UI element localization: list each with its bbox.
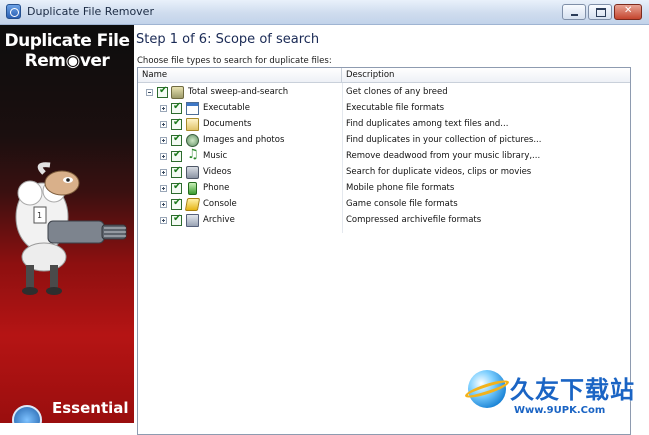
side-banner: Duplicate File Rem◉ver 1 Essential (0, 25, 134, 423)
checkbox-music[interactable] (171, 149, 182, 162)
instruction-label: Choose file types to search for duplicat… (137, 56, 332, 66)
checkbox-root[interactable] (157, 85, 168, 98)
watermark-url: Www.9UPK.Com (514, 405, 606, 416)
images-icon (186, 134, 199, 147)
tree-description: Mobile phone file formats (346, 183, 455, 193)
videos-icon (186, 166, 199, 179)
sheep-mascot-icon: 1 (15, 162, 127, 295)
tree-label: Music (203, 151, 228, 161)
expand-icon[interactable] (160, 201, 167, 208)
tree-label: Documents (203, 119, 252, 129)
tree-description: Game console file formats (346, 199, 458, 209)
banner-logo-line2: Rem◉ver (24, 51, 110, 71)
banner-logo: Duplicate File Rem◉ver (0, 31, 134, 71)
documents-icon (186, 118, 199, 131)
column-header-description[interactable]: Description (342, 68, 630, 83)
tree-row-root[interactable]: Total sweep-and-search Get clones of any… (138, 85, 630, 101)
expand-icon[interactable] (160, 105, 167, 112)
app-icon (6, 4, 21, 19)
tree-row-executable[interactable]: Executable Executable file formats (138, 101, 630, 117)
close-button[interactable] (614, 4, 642, 20)
tree-description: Find duplicates in your collection of pi… (346, 135, 542, 145)
tree-description: Find duplicates among text files and... (346, 119, 509, 129)
folder-icon (171, 86, 184, 99)
site-watermark: 久友下载站 Www.9UPK.Com (462, 366, 649, 423)
tree-row-images[interactable]: Images and photos Find duplicates in you… (138, 133, 630, 149)
tree-description: Compressed archivefile formats (346, 215, 482, 225)
window-titlebar: Duplicate File Remover (0, 0, 649, 25)
tree-row-phone[interactable]: Phone Mobile phone file formats (138, 181, 630, 197)
app-badge-icon (12, 405, 42, 423)
expand-icon[interactable] (160, 153, 167, 160)
expand-icon[interactable] (160, 121, 167, 128)
tree-description: Remove deadwood from your music library,… (346, 151, 541, 161)
checkbox-archive[interactable] (171, 213, 182, 226)
checkbox-phone[interactable] (171, 181, 182, 194)
tree-label: Videos (203, 167, 232, 177)
tree-row-documents[interactable]: Documents Find duplicates among text fil… (138, 117, 630, 133)
checkbox-images[interactable] (171, 133, 182, 146)
svg-text:1: 1 (37, 211, 42, 220)
checkbox-executable[interactable] (171, 101, 182, 114)
globe-logo-icon (468, 370, 506, 408)
expand-icon[interactable] (160, 217, 167, 224)
tree-label: Total sweep-and-search (188, 87, 289, 97)
tree-row-console[interactable]: Console Game console file formats (138, 197, 630, 213)
wizard-content: Step 1 of 6: Scope of search Choose file… (134, 25, 649, 435)
window-title: Duplicate File Remover (27, 5, 154, 18)
banner-tagline: Essential (52, 399, 129, 417)
tree-label: Archive (203, 215, 235, 225)
collapse-icon[interactable] (146, 89, 153, 96)
banner-logo-line1: Duplicate File (4, 31, 130, 51)
executable-icon (186, 102, 199, 115)
tree-label: Images and photos (203, 135, 285, 145)
step-title: Step 1 of 6: Scope of search (136, 32, 320, 47)
tree-description: Search for duplicate videos, clips or mo… (346, 167, 532, 177)
checkbox-videos[interactable] (171, 165, 182, 178)
minimize-button[interactable] (562, 4, 586, 20)
expand-icon[interactable] (160, 185, 167, 192)
checkbox-documents[interactable] (171, 117, 182, 130)
tree-row-archive[interactable]: Archive Compressed archivefile formats (138, 213, 630, 229)
phone-icon (188, 182, 197, 195)
tree-description: Executable file formats (346, 103, 445, 113)
tree-description: Get clones of any breed (346, 87, 448, 97)
tree-label: Console (203, 199, 237, 209)
expand-icon[interactable] (160, 169, 167, 176)
checkbox-console[interactable] (171, 197, 182, 210)
archive-icon (186, 214, 199, 227)
maximize-button[interactable] (588, 4, 612, 20)
tree-row-music[interactable]: Music Remove deadwood from your music li… (138, 147, 630, 165)
console-icon (184, 198, 201, 211)
watermark-text: 久友下载站 (510, 376, 635, 404)
expand-icon[interactable] (160, 137, 167, 144)
music-icon (186, 147, 199, 163)
column-header-name[interactable]: Name (138, 68, 342, 83)
tree-label: Executable (203, 103, 250, 113)
tree-row-videos[interactable]: Videos Search for duplicate videos, clip… (138, 165, 630, 181)
tree-label: Phone (203, 183, 230, 193)
